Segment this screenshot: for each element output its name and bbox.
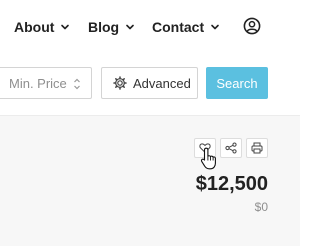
listing-price: $12,500 bbox=[195, 173, 268, 195]
chevron-down-icon bbox=[61, 24, 70, 30]
share-button[interactable] bbox=[220, 138, 242, 158]
chevron-down-icon bbox=[126, 24, 134, 30]
nav-item-blog[interactable]: Blog bbox=[88, 17, 135, 37]
share-icon bbox=[225, 142, 237, 154]
header-area: About Blog Contact Min. Price Advanced S… bbox=[0, 0, 300, 115]
search-button-label: Search bbox=[216, 75, 258, 91]
nav-item-label: About bbox=[14, 19, 55, 35]
advanced-search-button[interactable]: Advanced bbox=[101, 67, 198, 99]
listing-secondary-price: $0 bbox=[254, 200, 268, 214]
select-arrows-icon bbox=[74, 78, 80, 90]
nav-item-label: Blog bbox=[88, 19, 120, 35]
print-button[interactable] bbox=[246, 138, 268, 158]
nav-item-label: Contact bbox=[152, 19, 205, 35]
user-circle-icon[interactable] bbox=[243, 17, 261, 35]
advanced-search-label: Advanced bbox=[133, 75, 191, 91]
listing-panel: $12,500 $0 bbox=[0, 115, 300, 246]
nav-item-contact[interactable]: Contact bbox=[152, 17, 220, 37]
chevron-down-icon bbox=[211, 24, 219, 30]
min-price-placeholder: Min. Price bbox=[9, 75, 67, 91]
printer-icon bbox=[251, 142, 263, 154]
min-price-select[interactable]: Min. Price bbox=[0, 67, 92, 99]
favorite-button[interactable] bbox=[194, 138, 216, 158]
nav-item-about[interactable]: About bbox=[14, 17, 70, 37]
heart-icon bbox=[199, 143, 211, 153]
search-button[interactable]: Search bbox=[206, 67, 268, 99]
gear-icon bbox=[113, 76, 127, 90]
